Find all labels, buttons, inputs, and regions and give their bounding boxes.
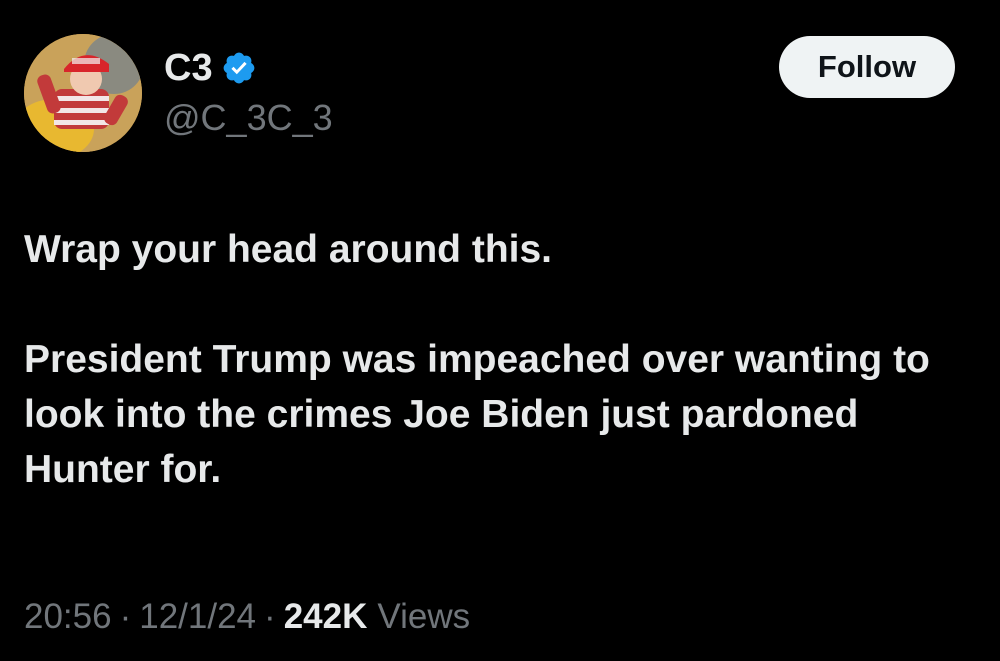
views-count[interactable]: 242K	[284, 594, 368, 640]
verified-badge-icon[interactable]	[221, 50, 257, 86]
avatar[interactable]	[24, 34, 142, 152]
meta-separator: ·	[264, 597, 276, 636]
display-name[interactable]: C3	[164, 46, 213, 90]
avatar-photo-icon	[24, 34, 142, 152]
author-name-row: C3	[164, 46, 257, 90]
tweet-date[interactable]: 12/1/24	[139, 594, 256, 640]
tweet-text: Wrap your head around this. President Tr…	[24, 222, 954, 497]
tweet-paragraph: President Trump was impeached over wanti…	[24, 338, 930, 491]
follow-button[interactable]: Follow	[779, 36, 955, 98]
tweet-paragraph: Wrap your head around this.	[24, 228, 553, 271]
tweet-meta: 20:56 · 12/1/24 · 242K Views	[24, 594, 470, 640]
tweet-time[interactable]: 20:56	[24, 594, 112, 640]
meta-separator: ·	[119, 597, 132, 636]
author-handle[interactable]: @C_3C_3	[164, 96, 333, 140]
views-label[interactable]: Views	[377, 594, 470, 640]
